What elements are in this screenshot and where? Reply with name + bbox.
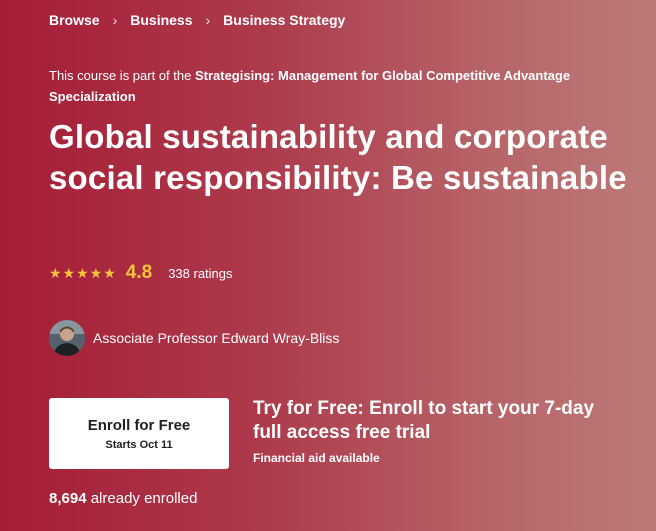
enroll-button[interactable]: Enroll for Free Starts Oct 11 <box>49 398 229 469</box>
breadcrumb-business-strategy[interactable]: Business Strategy <box>223 12 345 28</box>
instructor-name[interactable]: Associate Professor Edward Wray-Bliss <box>93 330 339 346</box>
breadcrumb-business[interactable]: Business <box>130 12 192 28</box>
instructor: Associate Professor Edward Wray-Bliss <box>49 320 339 356</box>
trial-text: Try for Free: Enroll to start your 7-day… <box>253 398 595 443</box>
financial-aid-link[interactable]: Financial aid available <box>253 451 613 465</box>
rating-value: 4.8 <box>125 262 153 283</box>
specialization-note: This course is part of the Strategising:… <box>49 65 609 107</box>
chevron-right-icon: › <box>205 12 211 28</box>
start-date: Starts Oct 11 <box>105 438 173 451</box>
star-rating-icon: ★★★★★ <box>49 264 117 281</box>
ratings-count-link[interactable]: 338 ratings <box>168 266 232 281</box>
page-title: Global sustainability and corporate soci… <box>49 118 627 196</box>
trial-info: Try for Free: Enroll to start your 7-day… <box>253 397 613 465</box>
specialization-prefix: This course is part of the <box>49 68 195 83</box>
rating-row: ★★★★★ 4.8 338 ratings <box>49 262 233 284</box>
enroll-button-label: Enroll for Free <box>87 416 191 434</box>
enrolled-count: 8,694 already enrolled <box>49 490 197 507</box>
enrolled-number: 8,694 <box>49 490 87 507</box>
avatar[interactable] <box>49 320 85 356</box>
chevron-right-icon: › <box>112 12 118 28</box>
breadcrumb: Browse › Business › Business Strategy <box>49 12 345 28</box>
enrolled-suffix: already enrolled <box>86 490 198 507</box>
breadcrumb-browse[interactable]: Browse <box>49 12 100 28</box>
